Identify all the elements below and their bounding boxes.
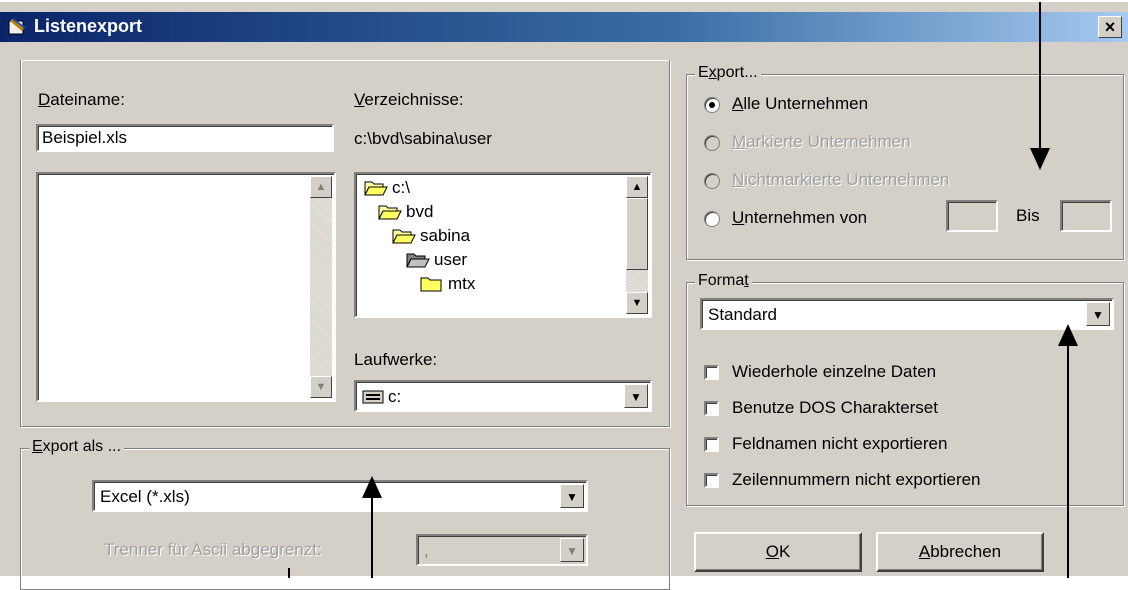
export-range-legend: Export... [695,64,761,82]
radio-label[interactable]: Nichtmarkierte Unternehmen [732,170,949,190]
ok-button[interactable]: OK [694,532,862,572]
folder-item[interactable]: mtx [420,274,475,298]
scroll-up-icon[interactable]: ▲ [310,176,332,198]
app-icon [8,18,26,35]
checkbox-1[interactable] [704,365,719,380]
cancel-button[interactable]: Abbrechen [876,532,1044,572]
radio-dot-icon [709,102,715,108]
folder-item-label: user [434,250,468,269]
checkbox-2[interactable] [704,401,719,416]
filename-input[interactable]: Beispiel.xls [36,124,334,152]
annotation-arrow-up-icon [362,476,382,498]
folder-open-icon [392,229,416,244]
folder-item-label: c:\ [392,178,410,197]
checkbox-label[interactable]: Zeilennummern nicht exportieren [732,470,981,490]
listenexport-dialog: Listenexport × Dateiname: Beispiel.xls ▲… [0,0,1128,590]
window-title: Listenexport [34,16,143,36]
chevron-down-icon[interactable]: ▼ [560,484,584,508]
annotation-arrow-down-icon [1030,148,1050,170]
chevron-down-icon[interactable]: ▼ [560,538,584,562]
folder-item-label: mtx [448,274,476,293]
folder-open-icon [378,205,402,220]
export-format-select[interactable]: Excel (*.xls) ▼ [92,480,588,512]
export-as-group: Export als ... [20,438,670,590]
annotation-arrow-line [288,568,290,578]
drives-label: Laufwerke: [354,350,438,369]
folder-item-label: sabina [420,226,471,245]
annotation-arrow-line [1067,344,1069,578]
file-list-scrollbar[interactable]: ▲ ▼ [310,176,332,398]
radio-label[interactable]: Unternehmen von [732,208,867,228]
export-as-legend: Export als ... [29,438,124,456]
scroll-down-icon[interactable]: ▼ [626,292,648,314]
radio-3[interactable] [704,173,720,189]
scroll-thumb[interactable] [626,198,648,270]
checkbox-label[interactable]: Wiederhole einzelne Daten [732,362,936,382]
close-icon[interactable]: × [1098,16,1122,38]
chevron-down-icon[interactable]: ▼ [1086,302,1110,326]
range-to-input[interactable] [1060,200,1112,232]
checkbox-label[interactable]: Benutze DOS Charakterset [732,398,938,418]
file-list[interactable]: ▲ ▼ [36,172,336,402]
folder-item[interactable]: user [406,250,467,274]
directory-tree[interactable]: c:\ bvd sabina user mtx ▲ ▼ [354,172,652,318]
folder-item[interactable]: c:\ [364,178,410,202]
filename-label: Dateiname: [38,90,125,109]
range-from-input[interactable] [946,200,998,232]
drive-select[interactable]: c: ▼ [354,380,652,412]
directory-scrollbar[interactable]: ▲ ▼ [626,176,648,314]
radio-1[interactable] [704,97,720,113]
drive-icon [362,390,384,404]
radio-label[interactable]: Alle Unternehmen [732,94,868,114]
folder-open-icon [364,181,388,196]
annotation-arrow-line [1039,2,1041,152]
annotation-arrow-line [371,496,373,578]
scroll-up-icon[interactable]: ▲ [626,176,648,198]
folder-item[interactable]: sabina [392,226,470,250]
chevron-down-icon[interactable]: ▼ [624,384,648,408]
format-legend: Format [695,272,752,290]
directory-path: c:\bvd\sabina\user [354,129,492,148]
annotation-arrow-up-icon [1058,324,1078,346]
folder-item[interactable]: bvd [378,202,433,226]
bis-label: Bis [1016,206,1040,225]
folder-icon [420,277,442,292]
delimiter-select[interactable]: , ▼ [416,534,588,566]
title-bar[interactable]: Listenexport × [0,12,1128,42]
checkbox-3[interactable] [704,437,719,452]
radio-4[interactable] [704,211,720,227]
delimiter-label: Trenner für Ascii abgegrenzt: [104,540,322,559]
folder-open-icon [406,253,430,268]
checkbox-4[interactable] [704,473,719,488]
radio-label[interactable]: Markierte Unternehmen [732,132,911,152]
folder-item-label: bvd [406,202,434,221]
radio-2[interactable] [704,135,720,151]
checkbox-label[interactable]: Feldnamen nicht exportieren [732,434,947,454]
directories-label: Verzeichnisse: [354,90,464,109]
scroll-down-icon[interactable]: ▼ [310,376,332,398]
format-select[interactable]: Standard ▼ [700,298,1114,330]
